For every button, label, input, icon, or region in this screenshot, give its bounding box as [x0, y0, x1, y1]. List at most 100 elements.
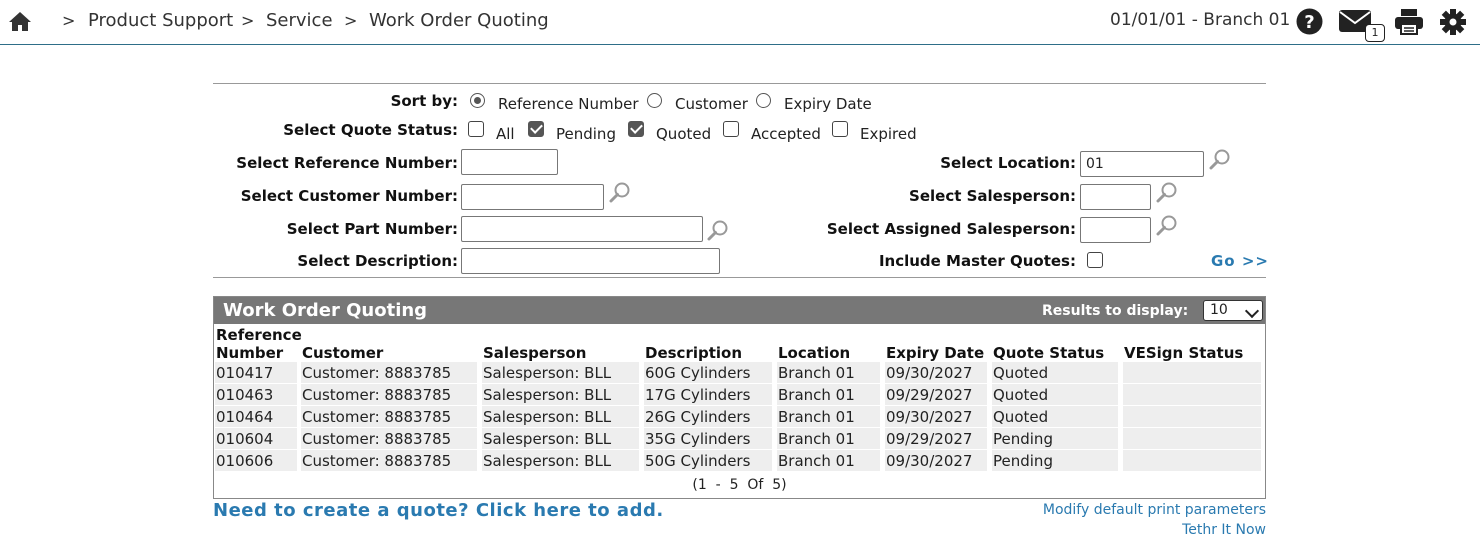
cell-expiry-date: 09/30/2027: [886, 452, 973, 470]
column-header-salesperson[interactable]: Salesperson: [483, 344, 586, 362]
cell-reference-link[interactable]: 010606: [216, 452, 273, 470]
go-button[interactable]: Go >>: [1211, 252, 1269, 270]
cell-location: Branch 01: [778, 386, 855, 404]
sort-option-customer[interactable]: Customer: [675, 95, 748, 113]
home-icon[interactable]: [8, 10, 32, 32]
mail-count-badge: 1: [1365, 24, 1385, 42]
column-header-quote-status[interactable]: Quote Status: [993, 344, 1104, 362]
assigned-salesperson-lookup-search-icon[interactable]: [1156, 214, 1178, 236]
column-header-reference-line1: Reference: [216, 326, 302, 344]
cell-expiry-date: 09/30/2027: [886, 408, 973, 426]
cell-salesperson: Salesperson: BLL: [483, 364, 612, 382]
column-header-expiry-date[interactable]: Expiry Date: [886, 344, 984, 362]
status-accepted-label[interactable]: Accepted: [751, 125, 821, 143]
status-quoted-label[interactable]: Quoted: [656, 125, 711, 143]
status-all-label[interactable]: All: [496, 125, 515, 143]
column-header-description[interactable]: Description: [645, 344, 742, 362]
sort-radio-customer[interactable]: [647, 93, 662, 108]
cell-reference-link[interactable]: 010464: [216, 408, 273, 426]
breadcrumb-separator: >: [241, 11, 255, 30]
description-input[interactable]: [461, 248, 720, 274]
cell-description: 26G Cylinders: [645, 408, 751, 426]
pagination-summary: (1 - 5 Of 5): [692, 477, 787, 493]
cell-description: 60G Cylinders: [645, 364, 751, 382]
table-cell-background: [1123, 428, 1261, 449]
results-to-display-label: Results to display:: [1042, 303, 1189, 319]
reference-number-label: Select Reference Number:: [236, 154, 458, 172]
modify-print-parameters-link[interactable]: Modify default print parameters: [1043, 502, 1266, 518]
cell-reference-link[interactable]: 010604: [216, 430, 273, 448]
column-header-location[interactable]: Location: [778, 344, 850, 362]
date-branch-label[interactable]: 01/01/01 - Branch 01: [1110, 10, 1290, 30]
status-all-checkbox[interactable]: [468, 121, 484, 137]
customer-number-label: Select Customer Number:: [240, 187, 458, 205]
status-expired-checkbox[interactable]: [832, 121, 848, 137]
results-to-display-value: 10: [1210, 302, 1228, 318]
include-master-quotes-checkbox[interactable]: [1087, 252, 1103, 268]
salesperson-lookup-search-icon[interactable]: [1156, 181, 1178, 203]
help-icon[interactable]: ?: [1296, 8, 1323, 35]
settings-gear-icon[interactable]: [1440, 9, 1466, 35]
results-panel: Work Order Quoting Results to display: 1…: [213, 296, 1266, 499]
sort-option-reference[interactable]: Reference Number: [498, 95, 639, 113]
results-title: Work Order Quoting: [223, 300, 428, 321]
salesperson-input[interactable]: [1080, 184, 1151, 210]
cell-salesperson: Salesperson: BLL: [483, 430, 612, 448]
cell-customer-link[interactable]: Customer: 8883785: [302, 430, 451, 448]
table-row: 010463 Customer: 8883785 Salesperson: BLL 1…: [215, 384, 1264, 406]
cell-reference-link[interactable]: 010463: [216, 386, 273, 404]
column-header-customer[interactable]: Customer: [302, 344, 383, 362]
column-header-reference-line2: Number: [216, 344, 284, 362]
cell-customer-link[interactable]: Customer: 8883785: [302, 408, 451, 426]
cell-customer-link[interactable]: Customer: 8883785: [302, 386, 451, 404]
status-expired-label[interactable]: Expired: [860, 125, 917, 143]
status-accepted-checkbox[interactable]: [723, 121, 739, 137]
column-header-vesign-status[interactable]: VESign Status: [1124, 344, 1243, 362]
assigned-salesperson-input[interactable]: [1080, 217, 1151, 243]
cell-expiry-date: 09/29/2027: [886, 430, 973, 448]
reference-number-input[interactable]: [461, 149, 558, 175]
cell-quote-status: Pending: [993, 430, 1053, 448]
sort-by-label: Sort by:: [390, 92, 458, 110]
tethr-it-now-link[interactable]: Tethr It Now: [1182, 522, 1266, 538]
cell-salesperson: Salesperson: BLL: [483, 386, 612, 404]
results-header: Work Order Quoting Results to display: 1…: [214, 297, 1265, 324]
customer-lookup-search-icon[interactable]: [609, 181, 631, 203]
results-to-display-select[interactable]: 10: [1203, 300, 1263, 321]
breadcrumb-service[interactable]: Service: [266, 10, 333, 31]
sort-option-expiry[interactable]: Expiry Date: [784, 95, 872, 113]
cell-customer-link[interactable]: Customer: 8883785: [302, 364, 451, 382]
status-pending-checkbox[interactable]: [528, 121, 544, 137]
top-bar: > Product Support > Service > Work Order…: [0, 0, 1480, 45]
location-input[interactable]: [1080, 151, 1204, 177]
cell-expiry-date: 09/30/2027: [886, 364, 973, 382]
breadcrumb-product-support[interactable]: Product Support: [88, 10, 233, 31]
location-lookup-search-icon[interactable]: [1209, 148, 1231, 170]
breadcrumb-separator: >: [62, 11, 76, 30]
cell-reference-link[interactable]: 010417: [216, 364, 273, 382]
table-cell-background: [1123, 384, 1261, 405]
cell-salesperson: Salesperson: BLL: [483, 408, 612, 426]
status-quoted-checkbox[interactable]: [628, 121, 644, 137]
table-cell-background: [1123, 406, 1261, 427]
cell-quote-status: Pending: [993, 452, 1053, 470]
table-row: 010417 Customer: 8883785 Salesperson: BLL 6…: [215, 362, 1264, 384]
sort-radio-reference[interactable]: [470, 93, 485, 108]
create-quote-link[interactable]: Need to create a quote? Click here to ad…: [213, 500, 664, 521]
customer-number-input[interactable]: [461, 184, 604, 210]
status-pending-label[interactable]: Pending: [556, 125, 616, 143]
cell-customer-link[interactable]: Customer: 8883785: [302, 452, 451, 470]
part-number-label: Select Part Number:: [286, 220, 458, 238]
part-number-input[interactable]: [461, 216, 703, 242]
form-top-rule: [213, 83, 1266, 84]
cell-location: Branch 01: [778, 430, 855, 448]
print-icon[interactable]: [1395, 9, 1423, 35]
column-header-reference[interactable]: Reference Number: [216, 326, 302, 362]
table-cell-background: [1123, 450, 1261, 471]
cell-quote-status: Quoted: [993, 408, 1049, 426]
cell-location: Branch 01: [778, 408, 855, 426]
cell-location: Branch 01: [778, 452, 855, 470]
part-lookup-search-icon[interactable]: [707, 219, 729, 241]
sort-radio-expiry[interactable]: [756, 93, 771, 108]
cell-description: 35G Cylinders: [645, 430, 751, 448]
